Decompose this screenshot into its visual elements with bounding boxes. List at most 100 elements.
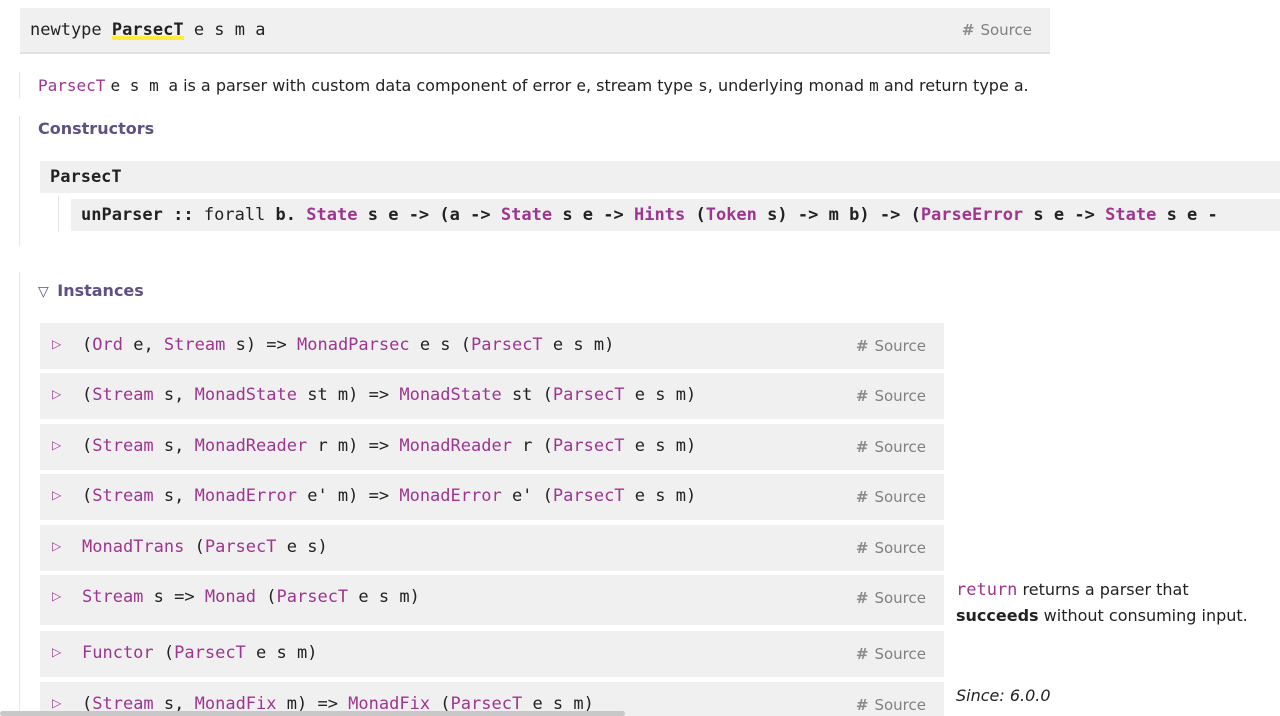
- type-sep: ::: [173, 205, 194, 225]
- source-link[interactable]: # Source: [856, 645, 926, 663]
- anchor-hash-icon[interactable]: #: [962, 21, 975, 39]
- type-link-hints[interactable]: Hints: [634, 205, 685, 225]
- arrow: ->: [797, 205, 819, 225]
- source-link[interactable]: # Source: [856, 438, 926, 456]
- instance-row[interactable]: ▷ (Ord e, Stream s) => MonadParsec e s (…: [40, 323, 944, 369]
- anchor-hash-icon[interactable]: #: [856, 589, 869, 607]
- class-link[interactable]: MonadError: [195, 486, 297, 506]
- type-link[interactable]: ParsecT: [471, 335, 543, 355]
- expand-triangle-icon[interactable]: ▷: [52, 438, 61, 452]
- class-link[interactable]: MonadError: [399, 486, 501, 506]
- class-link[interactable]: Ord: [92, 335, 123, 355]
- sig-text: s,: [153, 385, 195, 405]
- class-link[interactable]: Stream: [92, 436, 153, 456]
- instance-row[interactable]: ▷ Stream s => Monad (ParsecT e s m) # Sou…: [40, 575, 944, 625]
- class-link[interactable]: MonadReader: [399, 436, 512, 456]
- type-description: ParsecT e s m a is a parser with custom …: [38, 74, 1029, 98]
- since-version: Since: 6.0.0: [956, 686, 1051, 705]
- anchor-hash-icon[interactable]: #: [856, 387, 869, 405]
- newtype-keyword: newtype: [30, 20, 102, 40]
- source-link[interactable]: # Source: [856, 589, 926, 607]
- source-link[interactable]: # Source: [856, 539, 926, 557]
- expand-triangle-icon[interactable]: ▷: [52, 488, 61, 502]
- class-link[interactable]: Stream: [164, 335, 225, 355]
- instance-head: (Stream s, MonadReader r m) => MonadRead…: [82, 434, 696, 458]
- horizontal-scrollbar[interactable]: [0, 711, 625, 716]
- expand-triangle-icon[interactable]: ▷: [52, 589, 61, 603]
- sig-text: s =>: [143, 587, 205, 607]
- source-label[interactable]: Source: [874, 387, 926, 405]
- instance-row[interactable]: ▷ MonadTrans (ParsecT e s) # Source: [40, 525, 944, 571]
- class-link[interactable]: MonadParsec: [297, 335, 410, 355]
- type-args: m b): [828, 205, 870, 225]
- source-label[interactable]: Source: [874, 539, 926, 557]
- arrow: ->: [470, 205, 491, 225]
- sig-text: r (: [511, 436, 553, 456]
- type-args: s e: [1166, 205, 1198, 225]
- instances-title[interactable]: Instances: [57, 281, 144, 300]
- forall-keyword: forall: [203, 205, 266, 225]
- expand-triangle-icon[interactable]: ▷: [52, 645, 61, 659]
- instance-row[interactable]: ▷ (Stream s, MonadReader r m) => MonadRe…: [40, 424, 944, 470]
- record-field: unParser :: forall b. State s e -> (a ->…: [71, 199, 1280, 231]
- anchor-hash-icon[interactable]: #: [856, 539, 869, 557]
- sig-text: (: [256, 587, 277, 607]
- class-link[interactable]: MonadState: [195, 385, 297, 405]
- class-link[interactable]: Functor: [82, 643, 154, 663]
- type-link-parseerror[interactable]: ParseError: [921, 205, 1023, 225]
- source-label[interactable]: Source: [874, 488, 926, 506]
- anchor-hash-icon[interactable]: #: [856, 645, 869, 663]
- sig-text: s) =>: [225, 335, 297, 355]
- type-link-parsect[interactable]: ParsecT: [38, 76, 105, 95]
- type-link-state[interactable]: State: [306, 205, 357, 225]
- description-text: , stream type: [585, 76, 694, 95]
- source-link[interactable]: # Source: [856, 488, 926, 506]
- type-link[interactable]: ParsecT: [277, 587, 349, 607]
- anchor-hash-icon[interactable]: #: [856, 337, 869, 355]
- type-link-state[interactable]: State: [501, 205, 552, 225]
- anchor-hash-icon[interactable]: #: [856, 488, 869, 506]
- expand-triangle-icon[interactable]: ▷: [52, 337, 61, 351]
- class-link[interactable]: Stream: [82, 587, 143, 607]
- type-link[interactable]: ParsecT: [553, 436, 625, 456]
- source-label[interactable]: Source: [874, 589, 926, 607]
- return-code-link[interactable]: return: [956, 580, 1017, 600]
- source-link[interactable]: # Source: [962, 21, 1032, 39]
- class-link[interactable]: Stream: [92, 486, 153, 506]
- type-args: s): [767, 205, 788, 225]
- anchor-hash-icon[interactable]: #: [856, 438, 869, 456]
- collapse-triangle-icon[interactable]: ▽: [38, 284, 49, 300]
- expand-triangle-icon[interactable]: ▷: [52, 696, 61, 710]
- source-link[interactable]: # Source: [856, 696, 926, 714]
- source-link[interactable]: # Source: [856, 337, 926, 355]
- source-label[interactable]: Source: [874, 438, 926, 456]
- sig-text: e s m): [624, 436, 697, 456]
- sig-text: e s m): [348, 587, 420, 607]
- type-link[interactable]: ParsecT: [205, 537, 277, 557]
- class-link[interactable]: Stream: [92, 385, 153, 405]
- source-label[interactable]: Source: [874, 645, 926, 663]
- type-link-state[interactable]: State: [1105, 205, 1156, 225]
- instance-row[interactable]: ▷ (Stream s, MonadError e' m) => MonadEr…: [40, 474, 944, 520]
- source-label[interactable]: Source: [874, 696, 926, 714]
- instance-head: Stream s => Monad (ParsecT e s m): [82, 585, 420, 609]
- source-label[interactable]: Source: [980, 21, 1032, 39]
- source-label[interactable]: Source: [874, 337, 926, 355]
- type-link[interactable]: ParsecT: [174, 643, 246, 663]
- type-link[interactable]: ParsecT: [553, 385, 625, 405]
- instance-row[interactable]: ▷ (Stream s, MonadState st m) => MonadSt…: [40, 373, 944, 419]
- constructor-band: ParsecT: [40, 161, 1280, 193]
- class-link[interactable]: MonadTrans: [82, 537, 184, 557]
- type-link[interactable]: ParsecT: [553, 486, 625, 506]
- class-link[interactable]: Monad: [205, 587, 256, 607]
- class-link[interactable]: MonadReader: [195, 436, 308, 456]
- class-link[interactable]: MonadState: [399, 385, 501, 405]
- instances-toggle[interactable]: ▽ Instances: [38, 281, 144, 300]
- expand-triangle-icon[interactable]: ▷: [52, 387, 61, 401]
- instance-row[interactable]: ▷ Functor (ParsecT e s m) # Source: [40, 631, 944, 677]
- sig-text: (: [82, 436, 93, 456]
- anchor-hash-icon[interactable]: #: [856, 696, 869, 714]
- type-link-token[interactable]: Token: [706, 205, 757, 225]
- source-link[interactable]: # Source: [856, 387, 926, 405]
- expand-triangle-icon[interactable]: ▷: [52, 539, 61, 553]
